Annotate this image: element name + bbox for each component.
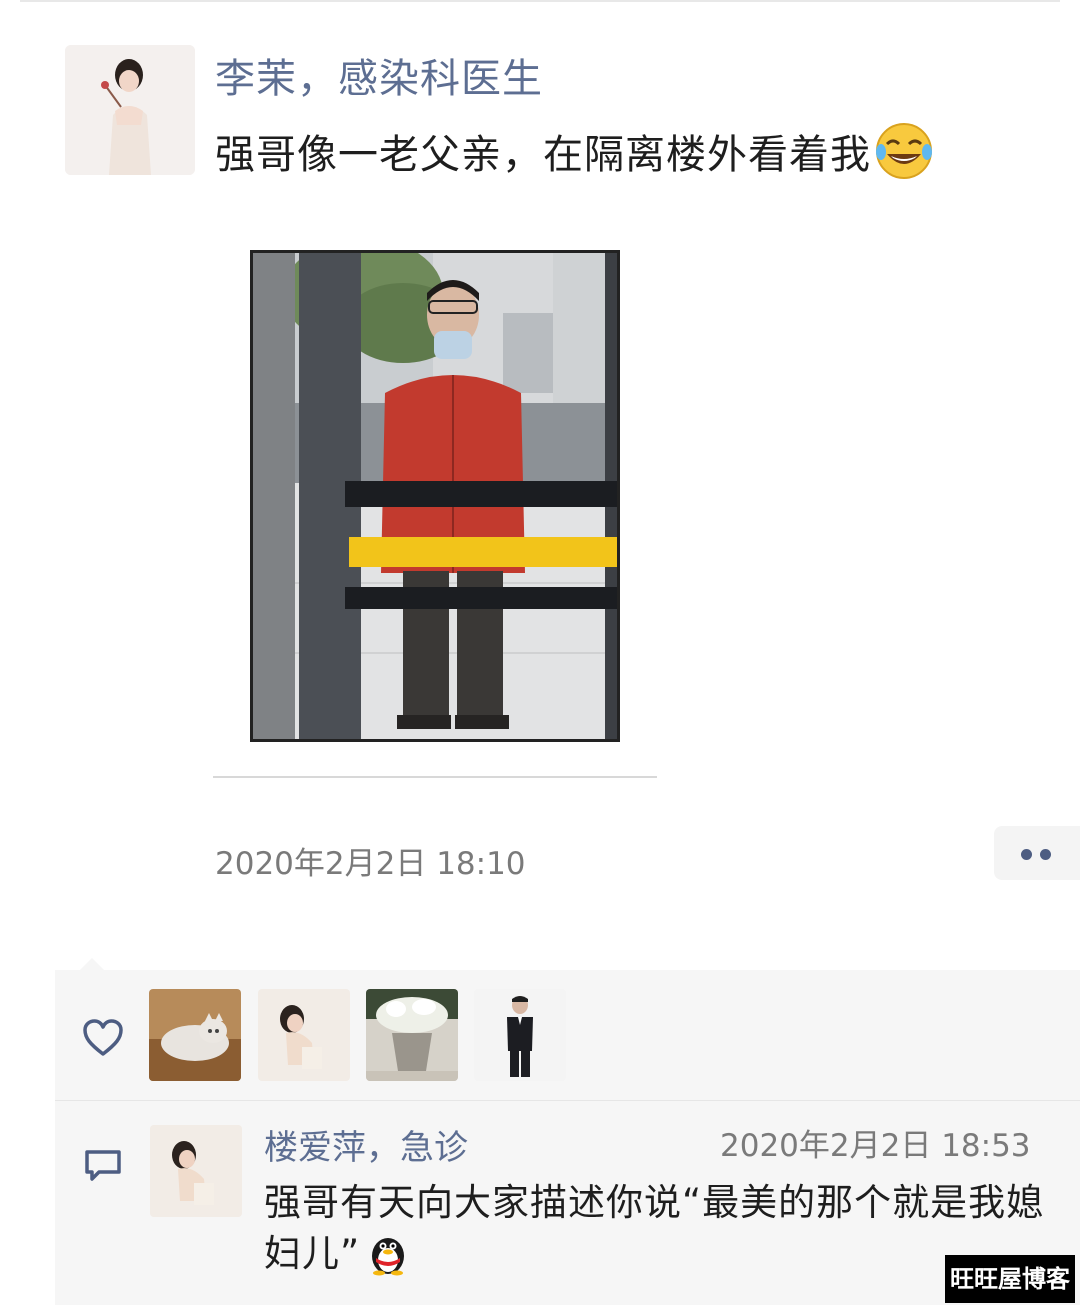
comment-time: 2020年2月2日 18:53 — [720, 1128, 1031, 1164]
more-options-button[interactable] — [994, 826, 1080, 880]
watermark: 旺旺屋博客 — [945, 1255, 1075, 1303]
liker-avatar-girl[interactable] — [258, 989, 350, 1081]
post-photo[interactable] — [250, 250, 620, 742]
commenter-avatar[interactable] — [150, 1125, 242, 1217]
post-author-avatar[interactable] — [65, 45, 195, 175]
likes-divider — [55, 1100, 1080, 1101]
liker-avatar-flowers[interactable] — [366, 989, 458, 1081]
panel-caret — [80, 958, 104, 970]
post-author-name[interactable]: 李茉，感染科医生 — [215, 46, 543, 104]
more-dot-icon — [1040, 849, 1051, 860]
liker-avatar-man[interactable] — [474, 989, 566, 1081]
commenter-name[interactable]: 楼爱萍，急诊 — [264, 1120, 468, 1169]
post-divider — [213, 776, 657, 778]
post-text-content: 强哥像一老父亲，在隔离楼外看着我 — [215, 132, 871, 178]
comment-text: 强哥有天向大家描述你说“最美的那个就是我媳妇儿” — [264, 1178, 1064, 1279]
liker-avatar-cat[interactable] — [149, 989, 241, 1081]
top-divider — [20, 0, 1060, 2]
more-dot-icon — [1021, 849, 1032, 860]
heart-icon[interactable] — [82, 1018, 124, 1058]
comment-icon[interactable] — [83, 1148, 123, 1184]
post-text: 强哥像一老父亲，在隔离楼外看着我 — [215, 120, 935, 182]
laugh-cry-emoji-icon — [873, 120, 935, 182]
qq-penguin-emoji-icon — [364, 1228, 412, 1276]
post-timestamp: 2020年2月2日 18:10 — [215, 846, 526, 882]
